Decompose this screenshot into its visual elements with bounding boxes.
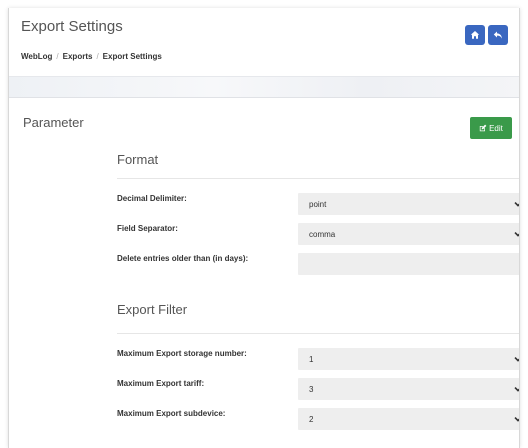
chevron-down-icon	[514, 202, 519, 207]
max-subdevice-select[interactable]: 2	[298, 408, 519, 430]
breadcrumb-separator: /	[56, 52, 59, 61]
home-button[interactable]	[465, 25, 485, 45]
page-header: Export Settings WebLog / Exports / Export Se…	[9, 8, 519, 76]
export-filter-title: Export Filter	[117, 302, 188, 317]
chevron-down-icon	[514, 232, 519, 237]
max-storage-number-select[interactable]: 1	[298, 348, 519, 370]
max-subdevice-label: Maximum Export subdevice:	[117, 409, 226, 418]
field-separator-value: comma	[309, 229, 336, 239]
max-storage-number-label: Maximum Export storage number:	[117, 349, 247, 358]
pencil-square-icon	[479, 124, 487, 132]
chevron-down-icon	[514, 387, 519, 392]
breadcrumb-export-settings: Export Settings	[102, 52, 162, 61]
reply-icon	[493, 31, 502, 39]
chevron-down-icon	[514, 417, 519, 422]
format-divider	[117, 178, 519, 179]
max-tariff-label: Maximum Export tariff:	[117, 379, 205, 388]
edit-button-label: Edit	[489, 123, 503, 133]
back-button[interactable]	[488, 25, 508, 45]
section-heading: Parameter	[23, 115, 84, 130]
decorative-banner	[9, 76, 519, 98]
max-tariff-value: 3	[309, 384, 314, 394]
format-title: Format	[117, 152, 159, 167]
delete-entries-label: Delete entries older than (in days):	[117, 254, 249, 263]
chevron-down-icon	[514, 357, 519, 362]
decimal-delimiter-select[interactable]: point	[298, 193, 519, 215]
home-icon	[470, 31, 480, 39]
breadcrumb-separator: /	[96, 52, 99, 61]
field-separator-select[interactable]: comma	[298, 223, 519, 245]
breadcrumb: WebLog / Exports / Export Settings	[21, 52, 162, 61]
page-title: Export Settings	[21, 18, 123, 35]
max-storage-number-value: 1	[309, 354, 314, 364]
breadcrumb-exports[interactable]: Exports	[63, 52, 93, 61]
export-filter-divider	[117, 333, 519, 334]
decimal-delimiter-value: point	[309, 199, 327, 209]
decimal-delimiter-label: Decimal Delimiter:	[117, 194, 187, 203]
edit-button[interactable]: Edit	[470, 117, 512, 139]
breadcrumb-weblog[interactable]: WebLog	[21, 52, 52, 61]
field-separator-label: Field Separator:	[117, 224, 178, 233]
max-subdevice-value: 2	[309, 414, 314, 424]
delete-entries-input[interactable]	[298, 253, 519, 275]
max-tariff-select[interactable]: 3	[298, 378, 519, 400]
app-window: Export Settings WebLog / Exports / Export Se…	[8, 8, 520, 448]
